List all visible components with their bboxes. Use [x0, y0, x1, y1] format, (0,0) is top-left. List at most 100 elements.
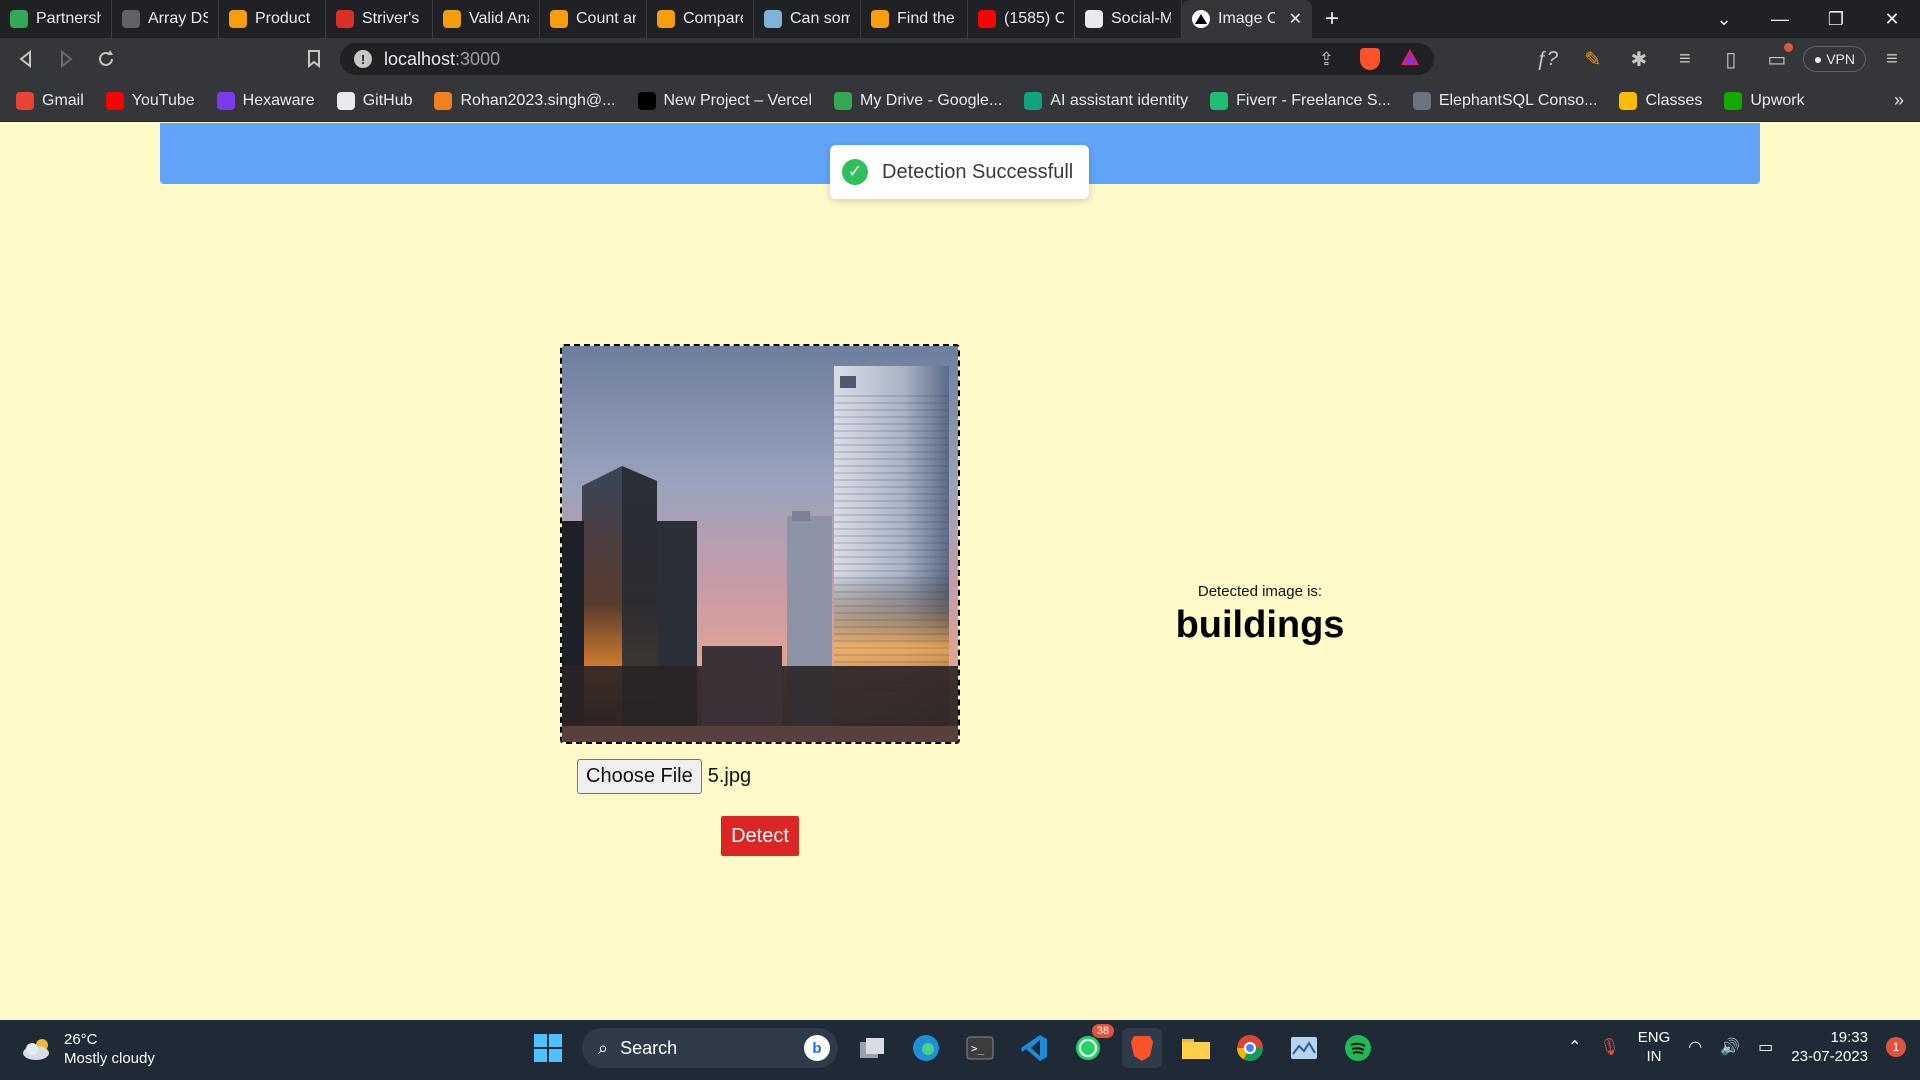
- forward-button[interactable]: [46, 39, 86, 79]
- menu-icon[interactable]: ≡: [1872, 39, 1912, 79]
- formula-extension-icon[interactable]: ƒ?: [1527, 39, 1567, 79]
- browser-tab[interactable]: Array DSA Tr: [112, 0, 219, 38]
- browser-tab[interactable]: Compare Ver: [647, 0, 754, 38]
- browser-tab[interactable]: Partnership -: [0, 0, 112, 38]
- clock[interactable]: 19:33 23-07-2023: [1791, 1028, 1868, 1066]
- weather-desc: Mostly cloudy: [64, 1050, 155, 1067]
- browser-tab[interactable]: (1585) Comp: [968, 0, 1075, 38]
- share-icon[interactable]: ⇪: [1319, 49, 1334, 70]
- choose-file-button[interactable]: Choose File: [577, 759, 702, 794]
- sidebar-icon[interactable]: ▯: [1711, 39, 1751, 79]
- vpn-button[interactable]: ● VPN: [1802, 46, 1866, 72]
- bookmark-item[interactable]: AI assistant identity: [1024, 91, 1188, 110]
- tab-title: Array DSA Tr: [148, 10, 208, 27]
- success-toast: ✓ Detection Successfull: [830, 145, 1089, 199]
- bookmark-item[interactable]: YouTube: [105, 91, 195, 110]
- file-explorer-icon[interactable]: [1176, 1028, 1216, 1068]
- browser-tab[interactable]: Social-Media: [1075, 0, 1182, 38]
- back-button[interactable]: [6, 39, 46, 79]
- tab-favicon-icon: [550, 10, 568, 28]
- task-view-icon[interactable]: [852, 1028, 892, 1068]
- tab-title: Can someone: [790, 10, 850, 27]
- minimize-button[interactable]: —: [1752, 9, 1808, 30]
- browser-tab[interactable]: Count and Sa: [540, 0, 647, 38]
- result-label: Detected image is:: [1197, 583, 1323, 600]
- url-host: localhost: [384, 48, 456, 69]
- edge-icon[interactable]: [906, 1028, 946, 1068]
- bookmark-item[interactable]: New Project – Vercel: [637, 91, 812, 110]
- microphone-icon[interactable]: 🎙: [1599, 1037, 1619, 1057]
- browser-tab[interactable]: Valid Anagra: [433, 0, 540, 38]
- brave-icon[interactable]: [1122, 1028, 1162, 1068]
- playlist-icon[interactable]: ≡: [1665, 39, 1705, 79]
- new-tab-button[interactable]: +: [1312, 5, 1352, 33]
- show-hidden-icons[interactable]: ⌃: [1568, 1037, 1581, 1057]
- bookmark-item[interactable]: Fiverr - Freelance S...: [1210, 91, 1391, 110]
- notification-badge[interactable]: 1: [1886, 1037, 1906, 1057]
- taskbar-apps: ⌕ Search b >_ 38: [528, 1024, 1378, 1068]
- bookmark-item[interactable]: GitHub: [336, 91, 412, 110]
- bookmark-item[interactable]: Rohan2023.singh@...: [434, 91, 616, 110]
- lang-bottom: IN: [1646, 1048, 1662, 1065]
- bookmarks-overflow-icon[interactable]: »: [1894, 90, 1904, 111]
- wallet-icon[interactable]: ▭: [1757, 39, 1797, 79]
- close-window-button[interactable]: ✕: [1864, 9, 1920, 30]
- bookmark-icon[interactable]: [294, 39, 334, 79]
- bookmark-label: Classes: [1645, 91, 1703, 109]
- check-circle-icon: ✓: [842, 159, 868, 185]
- bookmark-item[interactable]: ElephantSQL Conso...: [1412, 91, 1597, 110]
- browser-tab[interactable]: Striver's SDE: [326, 0, 433, 38]
- bookmark-favicon-icon: [1619, 91, 1638, 110]
- url-port: :3000: [455, 48, 501, 69]
- tab-title: Product of Ar: [255, 10, 315, 27]
- bookmark-item[interactable]: Hexaware: [216, 91, 315, 110]
- browser-tab-strip: Partnership - Array DSA Tr Product of Ar St…: [0, 0, 1920, 38]
- site-info-icon[interactable]: !: [354, 50, 372, 68]
- weather-widget[interactable]: 26°C Mostly cloudy: [20, 1030, 155, 1068]
- photos-icon[interactable]: [1284, 1028, 1324, 1068]
- volume-icon[interactable]: 🔊: [1720, 1037, 1740, 1057]
- search-icon: ⌕: [598, 1037, 609, 1058]
- language-indicator[interactable]: ENG IN: [1638, 1028, 1671, 1066]
- address-bar[interactable]: ! localhost:3000 ⇪: [340, 43, 1434, 75]
- tab-favicon-icon: [657, 10, 675, 28]
- close-tab-icon[interactable]: ✕: [1289, 9, 1302, 29]
- result-value: buildings: [1175, 604, 1345, 646]
- color-picker-icon[interactable]: ✎: [1573, 39, 1613, 79]
- wifi-icon[interactable]: ◠: [1688, 1037, 1702, 1057]
- bookmark-item[interactable]: Classes: [1619, 91, 1703, 110]
- terminal-icon[interactable]: >_: [960, 1028, 1000, 1068]
- detect-button[interactable]: Detect: [721, 816, 799, 856]
- chrome-icon[interactable]: [1230, 1028, 1270, 1068]
- bookmark-item[interactable]: Upwork: [1724, 91, 1805, 110]
- bookmark-item[interactable]: Gmail: [16, 91, 84, 110]
- bookmark-favicon-icon: [1210, 91, 1229, 110]
- tab-title: Compare Ver: [683, 10, 743, 27]
- browser-tab[interactable]: Find the Inde: [861, 0, 968, 38]
- bookmark-favicon-icon: [434, 91, 453, 110]
- brave-rewards-icon[interactable]: [1400, 48, 1420, 71]
- restore-button[interactable]: ❐: [1808, 9, 1864, 30]
- app-page: ✓ Detection Successfull Choose File 5.jp…: [0, 123, 1920, 1020]
- tab-image-classifier[interactable]: Image Cl ✕: [1182, 0, 1312, 38]
- browser-tab[interactable]: Can someone: [754, 0, 861, 38]
- brave-shield-icon[interactable]: [1360, 48, 1380, 70]
- system-tray: ⌃ 🎙 ENG IN ◠ 🔊 ▭ 19:33 23-07-2023 1: [1568, 1028, 1906, 1066]
- browser-tab[interactable]: Product of Ar: [219, 0, 326, 38]
- reload-button[interactable]: [86, 39, 126, 79]
- vscode-icon[interactable]: [1014, 1028, 1054, 1068]
- tab-list: Partnership - Array DSA Tr Product of Ar St…: [0, 0, 1182, 38]
- taskbar-search[interactable]: ⌕ Search b: [582, 1028, 838, 1068]
- tab-title: (1585) Comp: [1004, 10, 1064, 27]
- tab-search-icon[interactable]: ⌄: [1696, 9, 1752, 30]
- extensions-icon[interactable]: ✱: [1619, 39, 1659, 79]
- whatsapp-icon[interactable]: 38: [1068, 1024, 1114, 1068]
- windows-start-icon[interactable]: [528, 1028, 568, 1068]
- battery-icon[interactable]: ▭: [1758, 1037, 1773, 1057]
- tab-title: Valid Anagra: [469, 10, 529, 27]
- tab-title: Social-Media: [1111, 10, 1171, 27]
- spotify-icon[interactable]: [1338, 1028, 1378, 1068]
- bookmark-item[interactable]: My Drive - Google...: [834, 91, 1002, 110]
- tab-favicon-icon: [336, 10, 354, 28]
- tab-favicon-icon: [10, 10, 28, 28]
